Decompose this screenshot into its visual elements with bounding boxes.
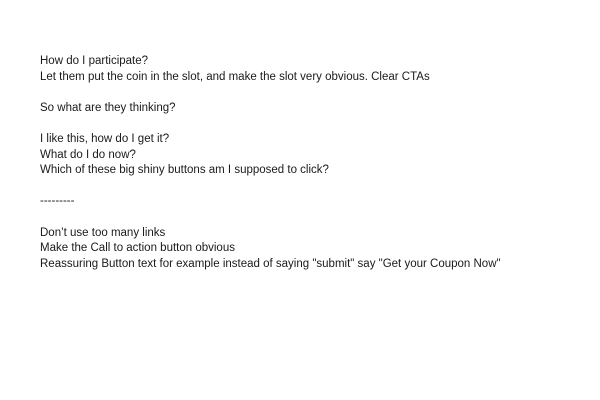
note-line: What do I do now? <box>40 148 136 161</box>
separator-line: --------- <box>40 195 75 208</box>
note-line: So what are they thinking? <box>40 101 176 114</box>
document-page: How do I participate? Let them put the c… <box>0 0 600 400</box>
note-line: Make the Call to action button obvious <box>40 242 235 255</box>
note-line: Let them put the coin in the slot, and m… <box>40 70 430 83</box>
note-line: Don’t use too many links <box>40 226 166 239</box>
notes-text-block: How do I participate? Let them put the c… <box>40 54 580 272</box>
note-line: Which of these big shiny buttons am I su… <box>40 164 329 177</box>
note-line: I like this, how do I get it? <box>40 132 170 145</box>
note-line: How do I participate? <box>40 55 149 67</box>
note-line: Reassuring Button text for example inste… <box>40 257 501 270</box>
